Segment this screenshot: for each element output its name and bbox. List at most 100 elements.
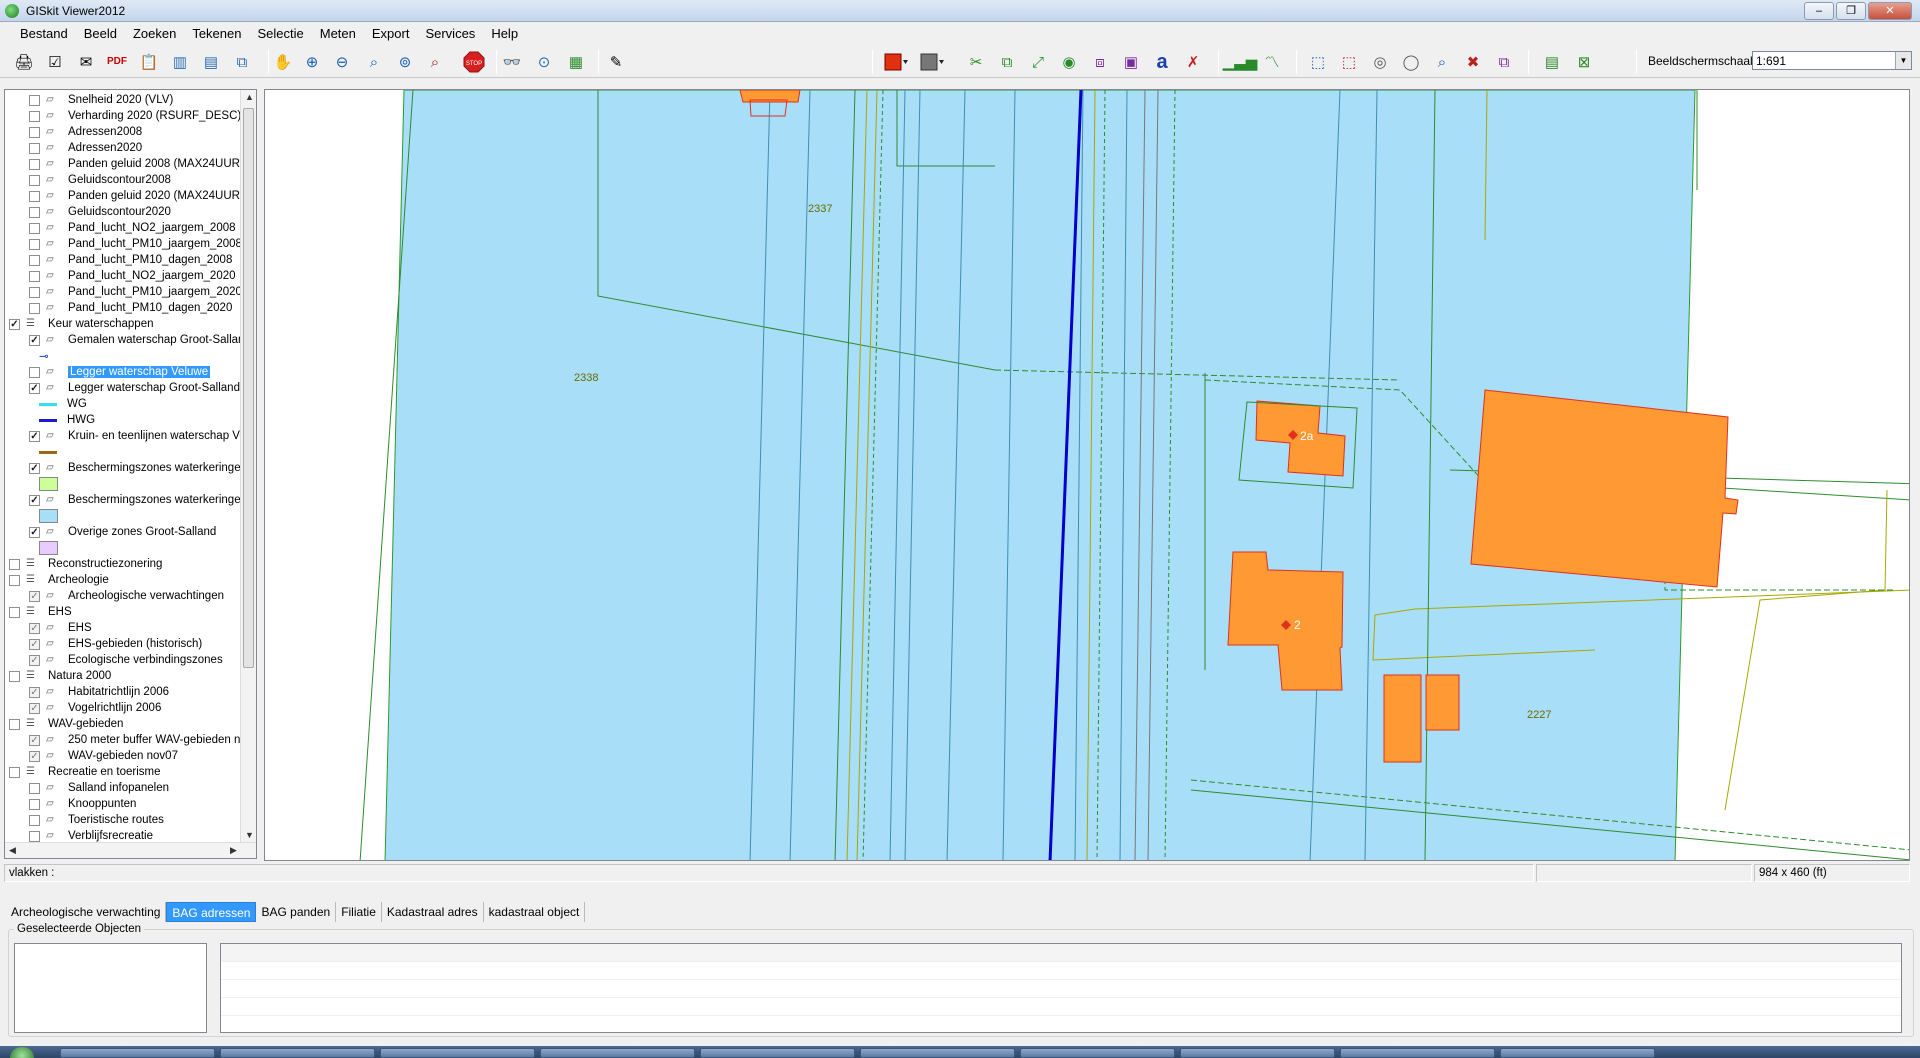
tab-bag-panden[interactable]: BAG panden bbox=[256, 902, 337, 922]
scroll-thumb[interactable] bbox=[243, 108, 254, 668]
pan-hand-icon[interactable]: ✋ bbox=[271, 50, 295, 74]
layer-checkbox[interactable] bbox=[29, 734, 40, 746]
zoom-out-icon[interactable]: ⊖ bbox=[330, 50, 354, 74]
rotate-icon[interactable]: ⤢ bbox=[1026, 50, 1050, 74]
layer-row[interactable]: WG bbox=[29, 396, 87, 412]
layer-icon[interactable]: ⧉ bbox=[230, 50, 254, 74]
scroll-up-icon[interactable]: ▲ bbox=[245, 92, 254, 102]
tab-bag-adressen[interactable]: BAG adressen bbox=[166, 902, 257, 922]
edit-icon[interactable]: ✎ bbox=[604, 50, 628, 74]
layer-checkbox[interactable] bbox=[29, 590, 40, 602]
layer-checkbox[interactable] bbox=[29, 830, 40, 842]
fill-color-icon[interactable] bbox=[884, 50, 908, 74]
erase-icon[interactable]: ✗ bbox=[1181, 50, 1205, 74]
layer-checkbox[interactable] bbox=[29, 142, 40, 154]
menu-meten[interactable]: Meten bbox=[312, 23, 364, 44]
tab-filiatie[interactable]: Filiatie bbox=[336, 902, 382, 922]
scroll-right-icon[interactable]: ▶ bbox=[230, 845, 237, 856]
taskbar-item[interactable] bbox=[220, 1048, 375, 1058]
layer-checkbox[interactable] bbox=[29, 270, 40, 282]
layers-horizontal-scrollbar[interactable]: ◀ ▶ bbox=[5, 842, 256, 858]
layer-row[interactable]: ⏥ Pand_lucht_PM10_dagen_2020 bbox=[29, 300, 232, 316]
menu-help[interactable]: Help bbox=[483, 23, 526, 44]
layer-row[interactable] bbox=[29, 444, 67, 460]
tab-archeologische-verwachting[interactable]: Archeologische verwachting bbox=[6, 902, 167, 922]
clear-selection-icon[interactable]: ✖ bbox=[1461, 50, 1485, 74]
chevron-down-icon[interactable]: ▼ bbox=[1895, 52, 1911, 69]
layer-checkbox[interactable] bbox=[9, 318, 20, 330]
layer-row[interactable]: ⏥ Overige zones Groot-Salland bbox=[29, 524, 216, 540]
layer-row[interactable]: ☰ Keur waterschappen bbox=[9, 316, 153, 332]
layer-row[interactable]: ⊸ bbox=[29, 348, 67, 364]
layer-row[interactable]: ⏥ Legger waterschap Groot-Salland (nc bbox=[29, 380, 256, 396]
menu-services[interactable]: Services bbox=[417, 23, 483, 44]
start-button[interactable] bbox=[10, 1047, 34, 1058]
layer-checkbox[interactable] bbox=[29, 686, 40, 698]
layer-checkbox[interactable] bbox=[29, 638, 40, 650]
layer-row[interactable]: ☰ Natura 2000 bbox=[9, 668, 111, 684]
layer-checkbox[interactable] bbox=[29, 430, 40, 442]
layer-checkbox[interactable] bbox=[29, 798, 40, 810]
layer-checkbox[interactable] bbox=[9, 718, 20, 730]
layer-row[interactable]: ☰ WAV-gebieden bbox=[9, 716, 123, 732]
layer-checkbox[interactable] bbox=[9, 558, 20, 570]
layer-row[interactable]: ⏥ Habitatrichtlijn 2006 bbox=[29, 684, 169, 700]
layer-checkbox[interactable] bbox=[29, 174, 40, 186]
layer-row[interactable] bbox=[29, 540, 67, 556]
measure-line-icon[interactable]: 〽 bbox=[1260, 50, 1284, 74]
mail-icon[interactable]: ✉ bbox=[74, 50, 98, 74]
print-icon[interactable]: 🖨 bbox=[12, 50, 36, 74]
layer-row[interactable]: ⏥ EHS-gebieden (historisch) bbox=[29, 636, 202, 652]
copy-shape-icon[interactable]: ⧉ bbox=[995, 50, 1019, 74]
layer-row[interactable]: ⏥ 250 meter buffer WAV-gebieden nov bbox=[29, 732, 253, 748]
layer-checkbox[interactable] bbox=[29, 462, 40, 474]
select-rect-icon[interactable]: ⬚ bbox=[1306, 50, 1330, 74]
layer-row[interactable]: ⏥ Legger waterschap Veluwe bbox=[29, 364, 211, 380]
layer-checkbox[interactable] bbox=[29, 94, 40, 106]
menu-zoeken[interactable]: Zoeken bbox=[125, 23, 184, 44]
taskbar-item[interactable] bbox=[1500, 1048, 1655, 1058]
close-button[interactable]: ✕ bbox=[1868, 2, 1912, 20]
stop-icon[interactable]: STOP bbox=[462, 50, 486, 74]
layer-checkbox[interactable] bbox=[29, 526, 40, 538]
layer-row[interactable]: ☰ EHS bbox=[9, 604, 72, 620]
layer-checkbox[interactable] bbox=[29, 206, 40, 218]
layer-checkbox[interactable] bbox=[29, 782, 40, 794]
scroll-down-icon[interactable]: ▼ bbox=[245, 830, 254, 840]
shape-icon[interactable] bbox=[920, 50, 944, 74]
selected-objects-grid[interactable] bbox=[220, 943, 1902, 1033]
layer-row[interactable]: ⏥ Beschermingszones waterkeringen w bbox=[29, 492, 256, 508]
tab-kadastraal-adres[interactable]: Kadastraal adres bbox=[381, 902, 484, 922]
select-icon[interactable]: ⬚ bbox=[1337, 50, 1361, 74]
building-small-b[interactable] bbox=[1425, 674, 1460, 731]
scroll-left-icon[interactable]: ◀ bbox=[9, 845, 16, 856]
layer-row[interactable]: ☰ Recreatie en toerisme bbox=[9, 764, 161, 780]
layer-checkbox[interactable] bbox=[29, 334, 40, 346]
menu-beeld[interactable]: Beeld bbox=[76, 23, 125, 44]
layer-row[interactable]: ⏥ Geluidscontour2008 bbox=[29, 172, 171, 188]
layer-row[interactable] bbox=[29, 508, 67, 524]
excel-icon[interactable]: ⊠ bbox=[1572, 50, 1596, 74]
layer-checkbox[interactable] bbox=[29, 238, 40, 250]
map-view[interactable]: 2337 2338 2227 2a 2 bbox=[264, 89, 1910, 861]
layer-row[interactable]: ⏥ Beschermingszones waterkeringen w bbox=[29, 460, 256, 476]
layer-row[interactable]: ⏥ Vogelrichtlijn 2006 bbox=[29, 700, 161, 716]
layer-row[interactable]: ⏥ Geluidscontour2020 bbox=[29, 204, 171, 220]
layer-row[interactable]: ⏥ Pand_lucht_PM10_dagen_2008 bbox=[29, 252, 232, 268]
taskbar-item[interactable] bbox=[60, 1048, 215, 1058]
layer-row[interactable]: ⏥ Salland infopanelen bbox=[29, 780, 169, 796]
layer-row[interactable] bbox=[29, 476, 67, 492]
layer-checkbox[interactable] bbox=[29, 654, 40, 666]
layer-row[interactable]: ⏥ Adressen2020 bbox=[29, 140, 142, 156]
layer-checkbox[interactable] bbox=[29, 702, 40, 714]
taskbar-item[interactable] bbox=[540, 1048, 695, 1058]
layer-row[interactable]: ☰ Reconstructiezonering bbox=[9, 556, 162, 572]
taskbar-item[interactable] bbox=[1180, 1048, 1335, 1058]
menu-tekenen[interactable]: Tekenen bbox=[184, 23, 249, 44]
layer-row[interactable]: ⏥ Archeologische verwachtingen bbox=[29, 588, 224, 604]
menu-selectie[interactable]: Selectie bbox=[249, 23, 311, 44]
layer-checkbox[interactable] bbox=[29, 494, 40, 506]
layer-row[interactable]: ⏥ EHS bbox=[29, 620, 92, 636]
report-icon[interactable]: ▤ bbox=[1540, 50, 1564, 74]
layer-checkbox[interactable] bbox=[29, 110, 40, 122]
